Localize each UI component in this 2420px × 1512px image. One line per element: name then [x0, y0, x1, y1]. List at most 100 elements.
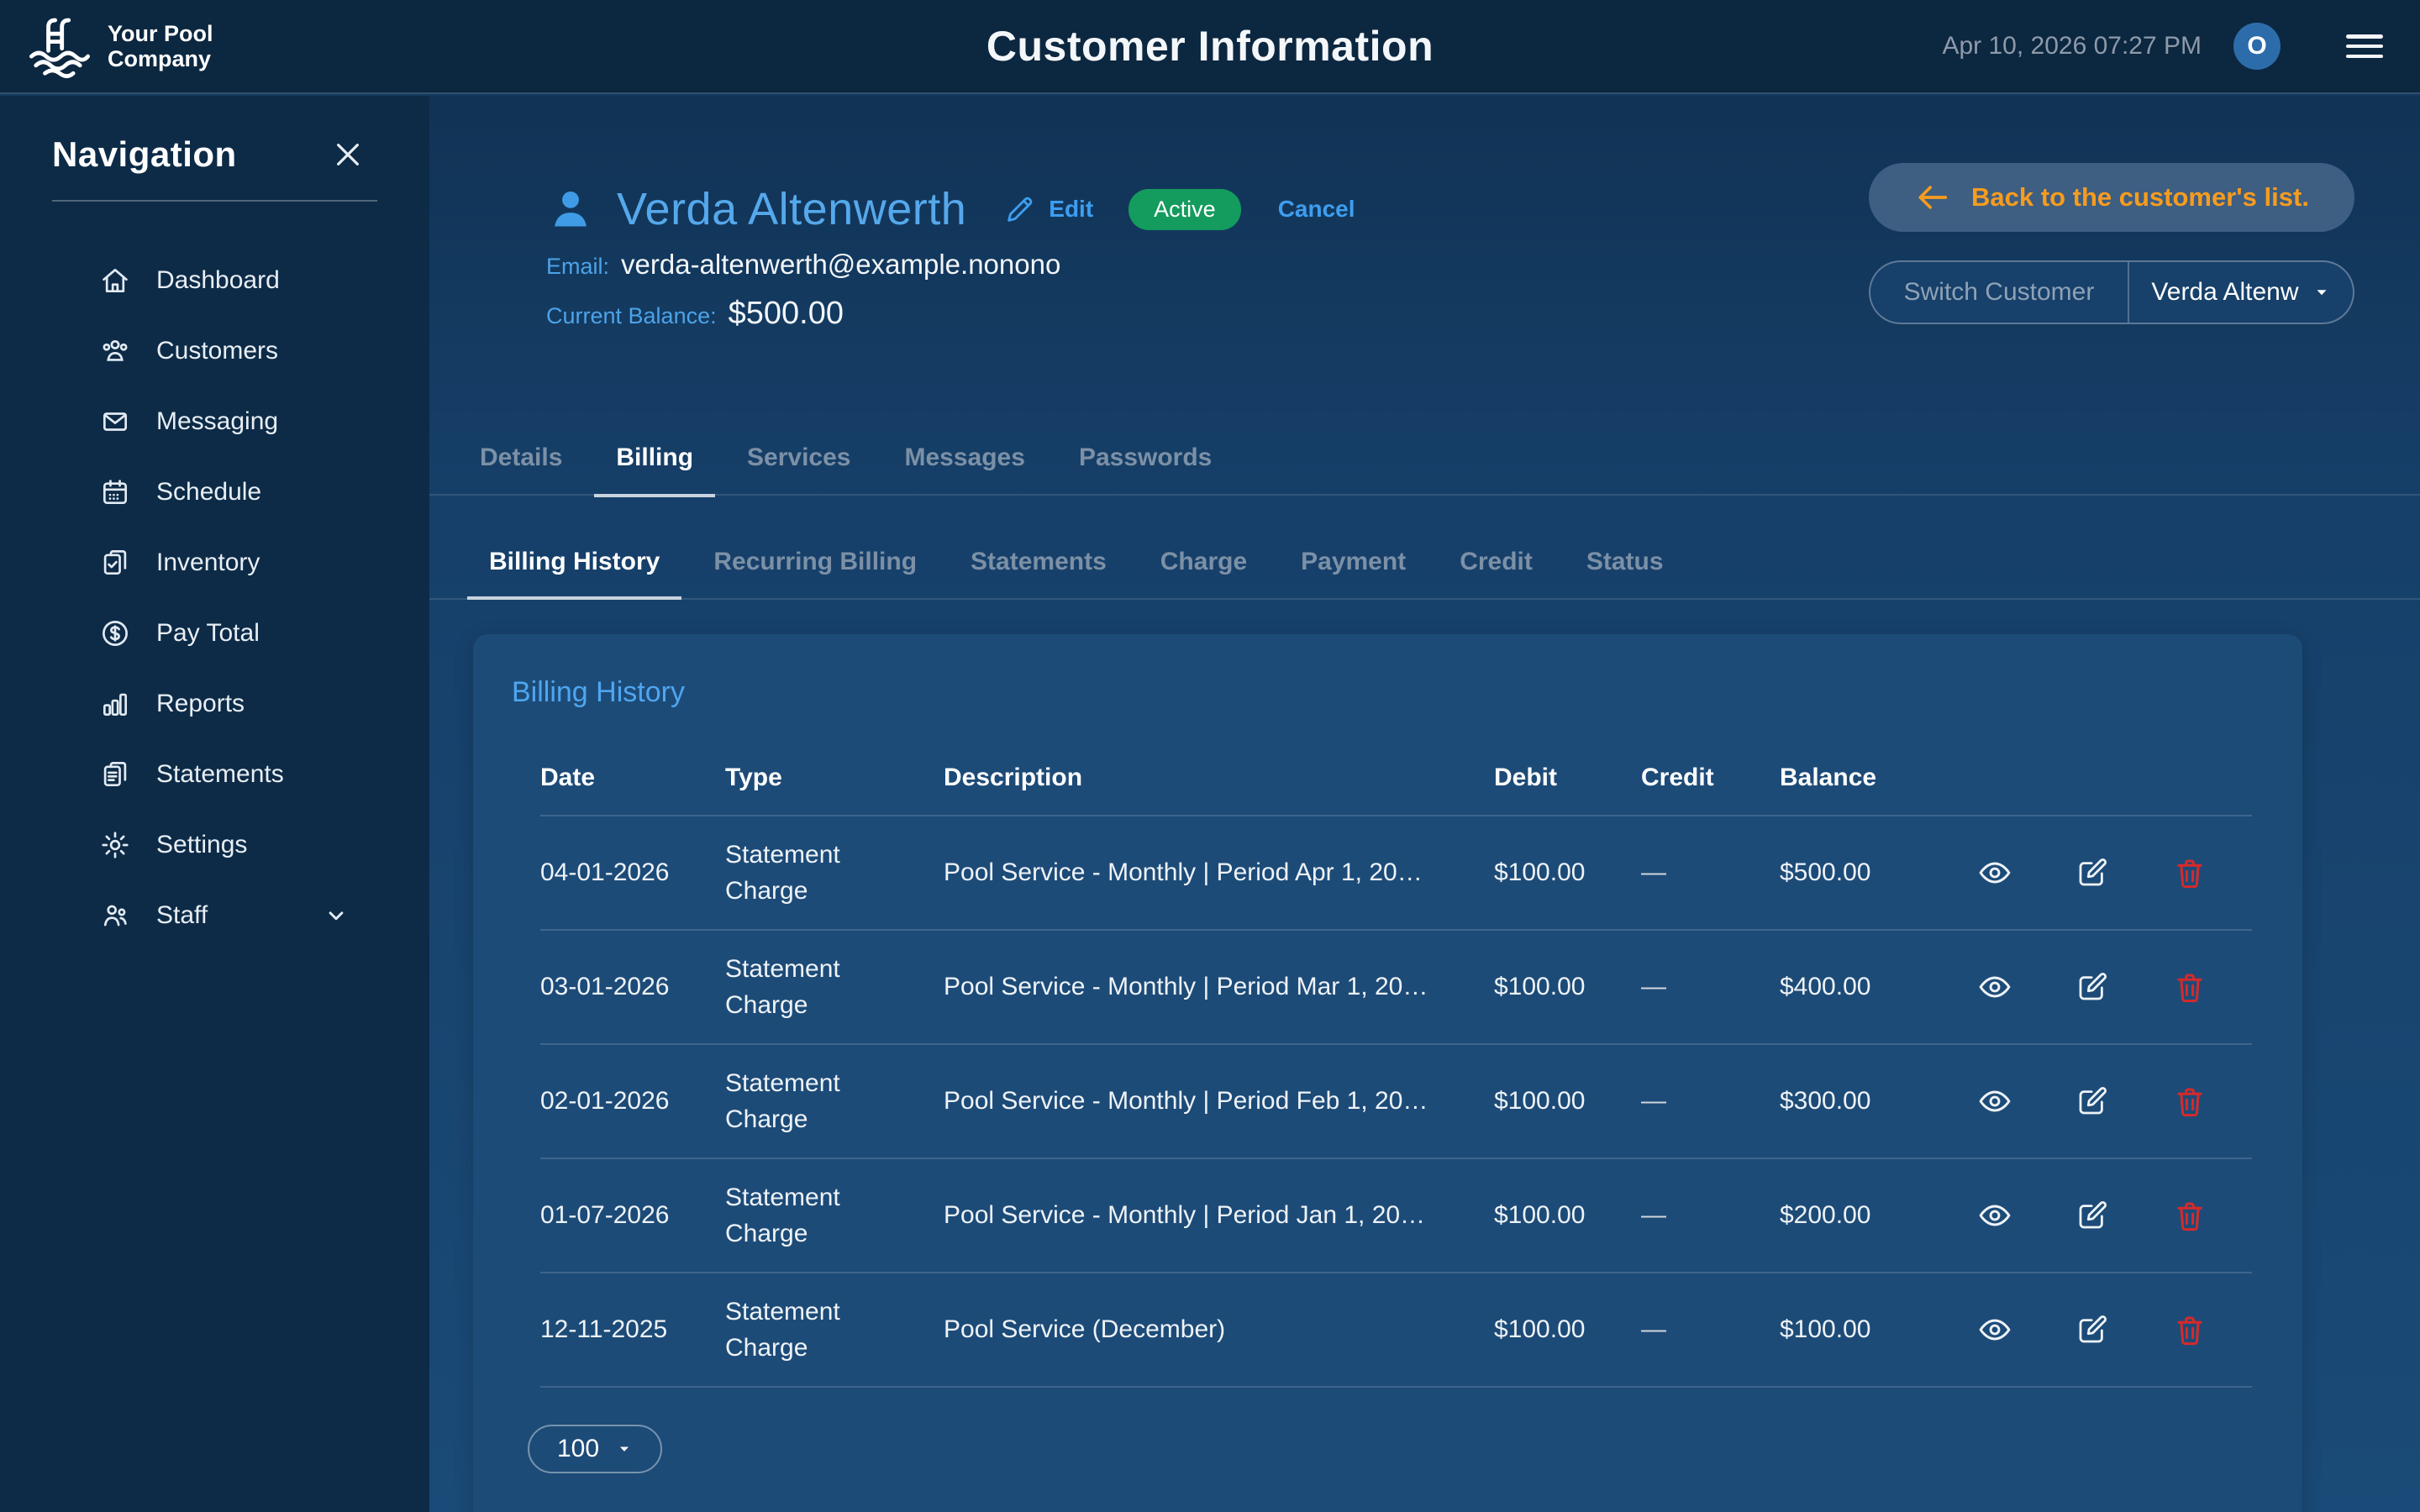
view-icon[interactable] [1976, 1311, 2013, 1348]
switch-customer-control[interactable]: Switch Customer Verda Altenw [1869, 260, 2354, 324]
sidebar-item-label: Reports [156, 690, 245, 718]
table-row: 12-11-2025 Statement Charge Pool Service… [540, 1273, 2252, 1388]
subtab-recurring-billing[interactable]: Recurring Billing [692, 548, 939, 576]
edit-icon[interactable] [2074, 969, 2111, 1005]
delete-icon[interactable] [2171, 1311, 2208, 1348]
subtab-charge[interactable]: Charge [1139, 548, 1269, 576]
cell-type: Statement Charge [725, 1294, 872, 1367]
cancel-link[interactable]: Cancel [1278, 196, 1355, 223]
navigation-sidebar: Navigation Dashboard Customers [0, 96, 429, 1512]
customer-select-dropdown[interactable]: Verda Altenw [2129, 262, 2353, 323]
subtab-status[interactable]: Status [1565, 548, 1686, 576]
page-size-select[interactable]: 100 [528, 1425, 662, 1473]
cell-debit: $100.00 [1494, 1201, 1641, 1230]
gear-icon [99, 829, 131, 861]
cell-description: Pool Service - Monthly | Period Apr 1, 2… [944, 858, 1494, 887]
sidebar-item-label: Messaging [156, 407, 278, 436]
home-icon [99, 265, 131, 297]
back-button-label: Back to the customer's list. [1971, 182, 2309, 213]
cell-type: Statement Charge [725, 951, 872, 1024]
tab-details[interactable]: Details [458, 444, 584, 472]
sidebar-item-label: Settings [156, 831, 247, 859]
page-size-value: 100 [557, 1435, 599, 1463]
cell-debit: $100.00 [1494, 1315, 1641, 1344]
edit-icon[interactable] [2074, 1197, 2111, 1234]
tab-messages[interactable]: Messages [883, 444, 1047, 472]
arrow-left-icon [1914, 178, 1953, 217]
sidebar-item-customers[interactable]: Customers [0, 316, 429, 386]
subtab-billing-history[interactable]: Billing History [467, 548, 681, 576]
caret-down-icon [2312, 283, 2331, 302]
edit-customer-button[interactable]: Edit [1003, 192, 1093, 226]
sidebar-item-inventory[interactable]: Inventory [0, 528, 429, 598]
tab-passwords[interactable]: Passwords [1057, 444, 1234, 472]
people-icon [99, 900, 131, 932]
close-icon[interactable] [330, 137, 366, 172]
calendar-icon [99, 476, 131, 508]
status-badge: Active [1128, 189, 1241, 230]
envelope-icon [99, 406, 131, 438]
hamburger-menu-icon[interactable] [2343, 29, 2386, 63]
delete-icon[interactable] [2171, 1197, 2208, 1234]
view-icon[interactable] [1976, 854, 2013, 891]
cell-type: Statement Charge [725, 837, 872, 910]
row-actions [1973, 1083, 2252, 1120]
sidebar-item-label: Pay Total [156, 619, 260, 648]
delete-icon[interactable] [2171, 854, 2208, 891]
subtab-payment[interactable]: Payment [1279, 548, 1428, 576]
page-title: Customer Information [986, 22, 1434, 71]
delete-icon[interactable] [2171, 969, 2208, 1005]
table-row: 01-07-2026 Statement Charge Pool Service… [540, 1159, 2252, 1273]
sidebar-item-label: Dashboard [156, 266, 280, 295]
customer-tabs: Details Billing Services Messages Passwo… [429, 433, 2420, 496]
table-row: 04-01-2026 Statement Charge Pool Service… [540, 816, 2252, 931]
cell-balance: $100.00 [1780, 1315, 1973, 1344]
edit-icon[interactable] [2074, 854, 2111, 891]
cell-credit: — [1641, 1201, 1780, 1230]
sidebar-item-messaging[interactable]: Messaging [0, 386, 429, 457]
subtab-credit[interactable]: Credit [1438, 548, 1555, 576]
cell-description: Pool Service (December) [944, 1315, 1494, 1344]
sidebar-item-label: Statements [156, 760, 284, 789]
pool-ladder-waves-icon [24, 10, 96, 82]
tab-billing[interactable]: Billing [594, 444, 715, 472]
row-actions [1973, 969, 2252, 1005]
subtab-statements[interactable]: Statements [949, 548, 1128, 576]
clipboard-list-icon [99, 759, 131, 790]
pencil-icon [1003, 192, 1037, 226]
company-logo[interactable]: Your Pool Company [24, 10, 213, 82]
company-name: Your Pool Company [108, 21, 213, 71]
cell-date: 12-11-2025 [540, 1315, 725, 1344]
delete-icon[interactable] [2171, 1083, 2208, 1120]
view-icon[interactable] [1976, 1083, 2013, 1120]
clipboard-check-icon [99, 547, 131, 579]
chevron-down-icon [324, 903, 349, 928]
edit-icon[interactable] [2074, 1083, 2111, 1120]
balance-value: $500.00 [729, 296, 844, 332]
row-actions [1973, 1311, 2252, 1348]
sidebar-item-settings[interactable]: Settings [0, 810, 429, 880]
sidebar-item-schedule[interactable]: Schedule [0, 457, 429, 528]
cell-date: 02-01-2026 [540, 1087, 725, 1116]
view-icon[interactable] [1976, 1197, 2013, 1234]
customer-balance-row: Current Balance: $500.00 [546, 296, 1355, 332]
tab-services[interactable]: Services [725, 444, 872, 472]
sidebar-item-pay-total[interactable]: Pay Total [0, 598, 429, 669]
sidebar-item-reports[interactable]: Reports [0, 669, 429, 739]
sidebar-item-staff[interactable]: Staff [0, 880, 429, 951]
cell-balance: $200.00 [1780, 1201, 1973, 1230]
view-icon[interactable] [1976, 969, 2013, 1005]
sidebar-item-statements[interactable]: Statements [0, 739, 429, 810]
table-header-row: Date Type Description Debit Credit Balan… [540, 741, 2252, 816]
user-avatar[interactable]: O [2233, 23, 2281, 70]
current-datetime: Apr 10, 2026 07:27 PM [1942, 32, 2202, 60]
sidebar-item-label: Customers [156, 337, 278, 365]
top-header-bar: Your Pool Company Customer Information A… [0, 0, 2420, 94]
caret-down-icon [616, 1441, 633, 1457]
sidebar-item-dashboard[interactable]: Dashboard [0, 245, 429, 316]
sidebar-item-label: Staff [156, 901, 208, 930]
col-header-credit: Credit [1641, 764, 1780, 792]
back-to-customers-button[interactable]: Back to the customer's list. [1869, 163, 2354, 232]
cell-description: Pool Service - Monthly | Period Jan 1, 2… [944, 1201, 1494, 1230]
edit-icon[interactable] [2074, 1311, 2111, 1348]
